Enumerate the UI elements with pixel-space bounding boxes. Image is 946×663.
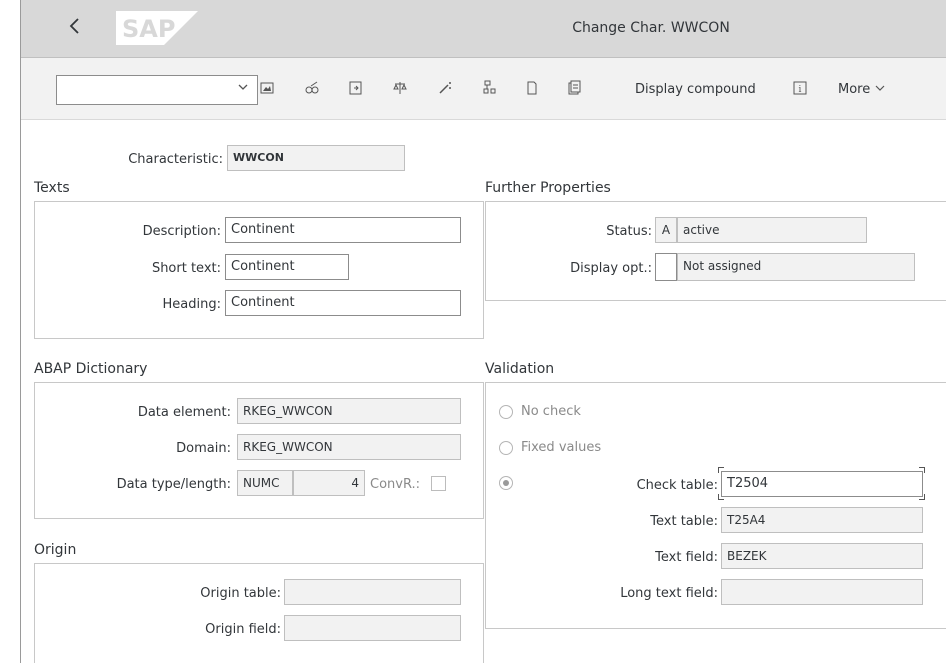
text-table-label: Text table: [650,514,718,529]
text-table-field: T25A4 [721,507,923,533]
origin-title: Origin [34,542,77,558]
origin-section [34,563,484,663]
convr-checkbox[interactable] [431,476,446,491]
length-field: 4 [293,470,365,496]
hierarchy-icon[interactable] [481,80,499,98]
sap-logo: SAP [116,11,198,45]
text-field-label: Text field: [655,550,718,565]
svg-text:SAP: SAP [122,15,175,43]
long-text-field-field [721,579,923,605]
display-compound-button[interactable]: Display compound [635,82,756,97]
texts-section-title: Texts [34,180,70,196]
chevron-down-icon[interactable] [237,81,249,97]
glasses-icon[interactable] [303,80,321,98]
convr-label: ConvR.: [370,477,421,492]
more-button[interactable]: More [838,82,886,97]
command-field[interactable] [56,75,258,105]
shell-bar: SAP Change Char. WWCON [21,0,946,58]
display-opt-label: Display opt.: [570,261,652,276]
more-label: More [838,82,871,97]
image-icon[interactable] [258,80,276,98]
svg-text:i: i [799,85,802,95]
long-text-field-label: Long text field: [620,586,718,601]
check-table-radio[interactable] [499,476,513,490]
magic-wand-icon[interactable] [436,80,454,98]
no-check-radio[interactable] [499,405,513,419]
origin-field-label: Origin field: [205,622,281,637]
export-icon[interactable] [347,80,365,98]
check-table-label: Check table: [636,478,718,493]
data-element-field: RKEG_WWCON [237,398,461,424]
info-icon[interactable]: i [791,80,809,98]
toolbar: Display compound i More [21,58,946,120]
validation-title: Validation [485,361,555,377]
display-opt-text-field: Not assigned [677,253,915,281]
balance-icon[interactable] [391,80,409,98]
page-title: Change Char. WWCON [572,20,730,36]
origin-table-label: Origin table: [200,586,281,601]
short-text-input[interactable]: Continent [225,254,349,280]
document-icon[interactable] [523,80,541,98]
heading-input[interactable]: Continent [225,290,461,316]
characteristic-label: Characteristic: [128,152,223,167]
origin-field-field [284,615,461,641]
focus-marker [718,494,724,500]
app-window: SAP Change Char. WWCON Display compound … [20,0,946,663]
check-table-input[interactable]: T2504 [721,471,923,497]
short-text-label: Short text: [151,261,221,276]
description-label: Description: [142,224,221,239]
origin-table-field [284,579,461,605]
data-type-length-label: Data type/length: [116,477,231,492]
fixed-values-radio[interactable] [499,441,513,455]
focus-marker [919,467,925,473]
text-field-field: BEZEK [721,543,923,569]
data-element-label: Data element: [137,405,231,420]
chevron-down-icon [875,85,885,91]
display-opt-input[interactable] [655,253,677,281]
data-type-field: NUMC [237,470,293,496]
further-properties-section [485,201,946,301]
characteristic-field: WWCON [227,145,405,171]
status-label: Status: [606,224,652,239]
fixed-values-label: Fixed values [521,440,602,455]
chevron-left-icon [69,18,79,34]
heading-label: Heading: [162,297,221,312]
status-code-field: A [655,217,677,243]
abap-dictionary-title: ABAP Dictionary [34,361,148,377]
copy-document-icon[interactable] [565,80,583,98]
back-button[interactable] [63,16,87,40]
further-properties-title: Further Properties [485,180,611,196]
focus-marker [718,467,724,473]
description-input[interactable]: Continent [225,217,461,243]
domain-field: RKEG_WWCON [237,434,461,460]
no-check-label: No check [521,404,581,419]
focus-marker [919,494,925,500]
status-text-field: active [677,217,867,243]
domain-label: Domain: [176,441,231,456]
